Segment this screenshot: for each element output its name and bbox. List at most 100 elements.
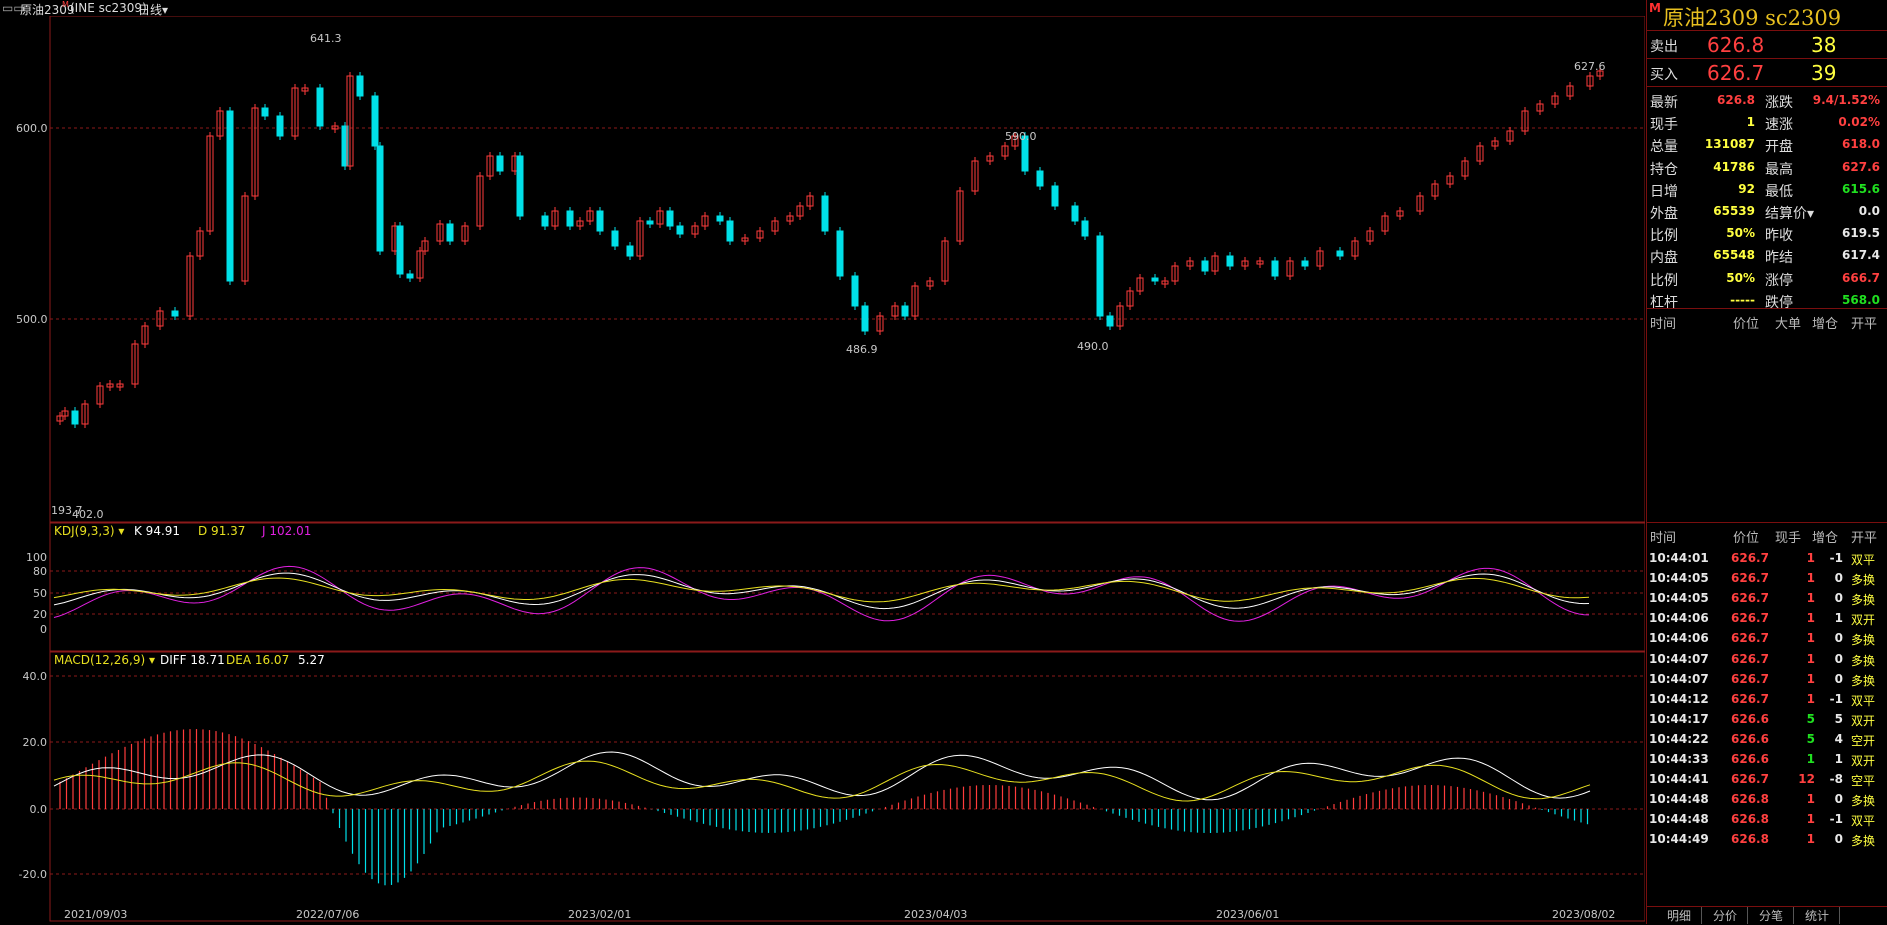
tick-cell: 多换 (1851, 834, 1876, 849)
date-tick-label: 2022/07/06 (296, 908, 359, 921)
tick-cell: 1 (1806, 611, 1815, 626)
candle-body (611, 230, 619, 247)
column-header: 增仓 (1812, 317, 1839, 332)
tick-row[interactable]: 10:44:12 626.7 1 -1 双平 (1647, 689, 1887, 709)
price-annotation: 490.0 (1077, 340, 1109, 353)
tick-row[interactable]: 10:44:17 626.6 5 5 双开 (1647, 709, 1887, 729)
tick-cell: 0 (1834, 571, 1843, 586)
quote-value: 626.8 (1717, 93, 1755, 107)
tab-2[interactable]: 分笔 (1749, 907, 1794, 924)
tick-cell: 双开 (1851, 713, 1876, 728)
tick-cell: 5 (1806, 731, 1815, 746)
tick-cell: 12 (1798, 772, 1815, 787)
tick-cell: 0 (1834, 832, 1843, 847)
quote-value: 50% (1726, 270, 1755, 285)
date-tick-label: 2021/09/03 (64, 908, 127, 921)
buy-row[interactable]: 买入 626.7 39 (1647, 59, 1887, 87)
tick-row[interactable]: 10:44:22 626.6 5 4 空开 (1647, 729, 1887, 749)
tick-cell: 10:44:17 (1649, 711, 1709, 726)
tick-row[interactable]: 10:44:48 626.8 1 0 多换 (1647, 789, 1887, 809)
chart-frame (49, 16, 1645, 922)
macd-diff-value: DIFF 18.71 (160, 653, 225, 667)
tick-cell: -8 (1829, 772, 1843, 787)
tick-cell: 多换 (1851, 593, 1876, 608)
macd-tick-label: 20.0 (23, 736, 48, 749)
macd-tick-label: -20.0 (19, 868, 47, 881)
tick-cell: 1 (1806, 792, 1815, 807)
tick-cell: 626.7 (1731, 571, 1769, 586)
candle-body (1036, 170, 1044, 187)
candle-body (1271, 260, 1279, 277)
tick-cell: 1 (1834, 752, 1843, 766)
quote-label: 结算价▾ (1765, 206, 1815, 222)
tick-row[interactable]: 10:44:06 626.7 1 1 双开 (1647, 608, 1887, 628)
tick-cell: 0 (1834, 792, 1843, 807)
quote-value: 41786 (1713, 159, 1755, 174)
candle-body (1301, 260, 1309, 267)
tick-cell: 10:44:12 (1649, 691, 1709, 706)
candle-body (596, 210, 604, 232)
quote-value: 666.7 (1842, 270, 1880, 285)
tick-cell: 626.8 (1731, 812, 1769, 827)
tick-cell: 10:44:48 (1649, 792, 1709, 807)
sell-row[interactable]: 卖出 626.8 38 (1647, 31, 1887, 59)
tick-row[interactable]: 10:44:07 626.7 1 0 多换 (1647, 649, 1887, 669)
candle-body (1071, 205, 1079, 222)
tick-row[interactable]: 10:44:05 626.7 1 0 多换 (1647, 588, 1887, 608)
main-panel-frame (49, 16, 1645, 523)
candle-body (316, 87, 324, 127)
quote-row: 比例 50% 涨停 666.7 (1647, 267, 1887, 289)
column-header: 开平 (1851, 531, 1878, 546)
tick-row[interactable]: 10:44:49 626.8 1 0 多换 (1647, 829, 1887, 849)
candles (56, 67, 1604, 428)
date-axis: 2021/09/03 2022/07/06 2023/02/01 2023/04/03… (64, 908, 1615, 921)
candle-body (406, 273, 414, 279)
macd-panel: 40.0 20.0 0.0 -20.0 MACD(12,26,9) ▾ DIFF 18.7… (19, 653, 1645, 886)
quote-value: 65539 (1713, 204, 1755, 218)
tab-1[interactable]: 分价 (1703, 907, 1748, 924)
tick-cell: 0 (1834, 631, 1843, 646)
tab-3[interactable]: 统计 (1795, 907, 1840, 924)
tick-cell: 626.7 (1731, 631, 1769, 646)
chart-area[interactable]: 600.0 500.0 641.3 590.0 627.6 486.9 490.0 193.… (0, 16, 1645, 924)
candle-body (496, 155, 504, 172)
tick-row[interactable]: 10:44:06 626.7 1 0 多换 (1647, 628, 1887, 648)
tick-row[interactable]: 10:44:33 626.6 1 1 双开 (1647, 749, 1887, 769)
divider (1647, 308, 1887, 309)
tick-row[interactable]: 10:44:41 626.7 12 -8 空平 (1647, 769, 1887, 789)
kdj-k-value: K 94.91 (134, 524, 180, 538)
tab-0[interactable]: 明细 (1657, 907, 1702, 924)
quote-label: 最低 (1765, 183, 1793, 200)
tick-cell: -1 (1829, 812, 1843, 827)
macd-tick-label: 0.0 (30, 803, 48, 816)
quote-row: 比例 50% 昨收 619.5 (1647, 222, 1887, 244)
big-order-header: 时间 价位 大单 增仓 开平 (1647, 311, 1887, 332)
tick-row[interactable]: 10:44:05 626.7 1 0 多换 (1647, 568, 1887, 588)
kline-chart[interactable]: 600.0500.0 641.3590.0627.6486.9 490.0193.… (0, 16, 1645, 924)
candle-body (276, 115, 284, 137)
candle-body (1081, 220, 1089, 237)
market-marker: M (1649, 1, 1661, 15)
tick-cell: 626.7 (1731, 611, 1769, 626)
date-tick-label: 2023/04/03 (904, 908, 967, 921)
candle-body (261, 107, 269, 117)
tick-cell: 10:44:05 (1649, 591, 1709, 606)
candle-body (516, 155, 524, 217)
tick-cell: 1 (1806, 551, 1815, 565)
kdj-tick-label: 80 (33, 565, 47, 578)
sell-price: 626.8 (1707, 33, 1765, 57)
tick-row[interactable]: 10:44:01 626.7 1 -1 双平 (1647, 548, 1887, 568)
quote-label: 开盘 (1765, 139, 1793, 156)
quote-row: 现手 1 速涨 0.02% (1647, 111, 1887, 133)
tick-cell: 1 (1806, 812, 1815, 827)
quote-label: 比例 (1650, 228, 1678, 245)
price-annotations: 641.3590.0627.6486.9 490.0193.7402.0 (51, 32, 1606, 521)
candle-body (371, 95, 379, 147)
candle-body (1096, 235, 1104, 317)
quote-title: M 原油2309 sc2309 (1647, 0, 1887, 31)
candle-body (356, 75, 364, 97)
tick-cell: 空平 (1851, 774, 1876, 789)
tick-row[interactable]: 10:44:48 626.8 1 -1 双平 (1647, 809, 1887, 829)
tick-row[interactable]: 10:44:07 626.7 1 0 多换 (1647, 669, 1887, 689)
kdj-tick-label: 100 (26, 551, 47, 564)
